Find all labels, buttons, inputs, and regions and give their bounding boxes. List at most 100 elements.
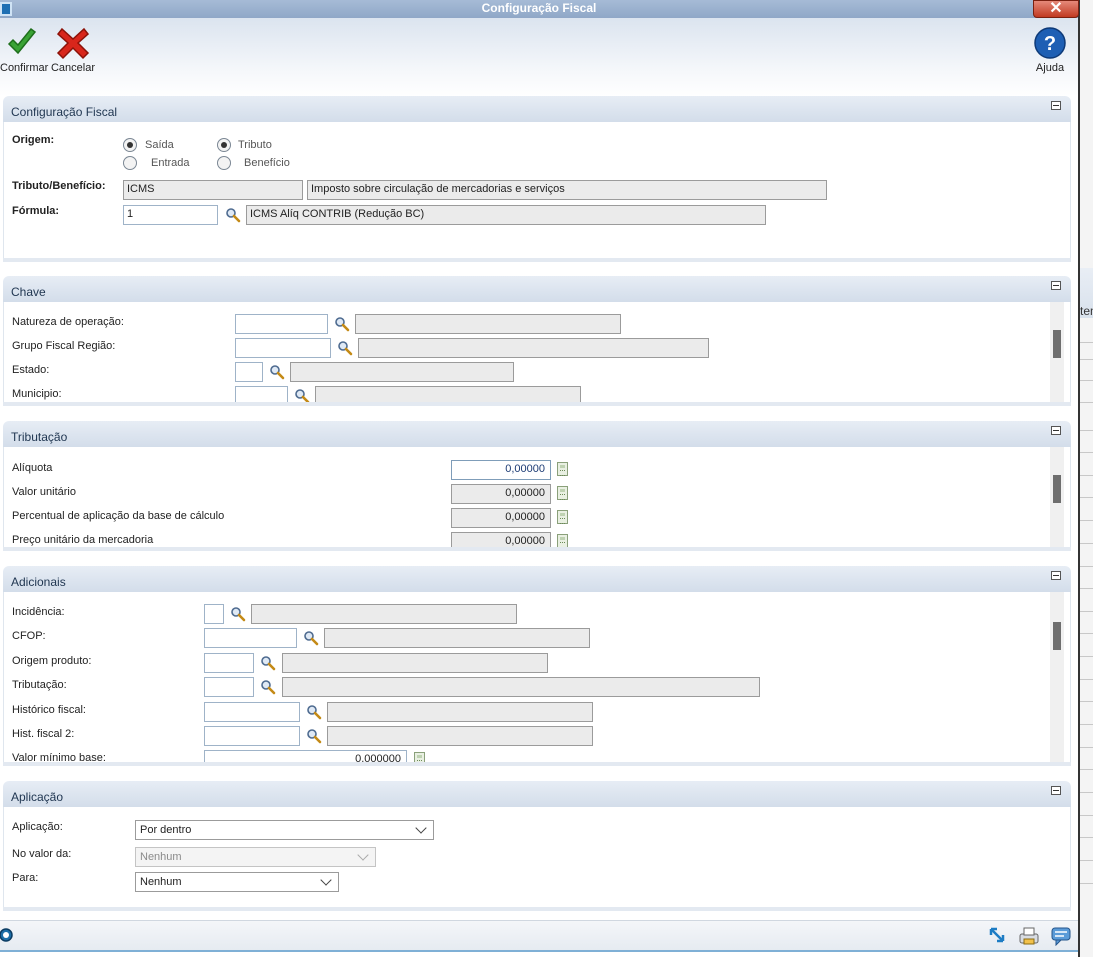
toolbar: Confirmar Cancelar ? Ajuda [0, 18, 1078, 96]
calculator-icon[interactable] [557, 510, 568, 524]
expand-icon[interactable] [988, 926, 1006, 944]
panel-body: Natureza de operação: Grupo Fiscal Regiã… [3, 302, 1071, 402]
search-icon[interactable] [260, 655, 276, 671]
search-icon[interactable] [306, 728, 322, 744]
incidencia-input[interactable] [204, 604, 224, 624]
radio-beneficio[interactable] [217, 156, 231, 170]
panel-title: Chave [11, 285, 46, 299]
search-icon[interactable] [230, 606, 246, 622]
radio-beneficio-label: Benefício [244, 157, 290, 169]
no-valor-select[interactable]: Nenhum [135, 847, 376, 867]
panel-title: Aplicação [11, 790, 64, 804]
search-icon[interactable] [225, 207, 241, 223]
collapse-icon[interactable] [1051, 281, 1061, 290]
collapse-icon[interactable] [1051, 571, 1061, 580]
globe-icon[interactable] [0, 927, 14, 943]
historico-desc-field [327, 702, 593, 722]
panel-header: Chave [3, 276, 1071, 302]
search-icon[interactable] [334, 316, 350, 332]
origem-produto-input[interactable] [204, 653, 254, 673]
search-icon[interactable] [306, 704, 322, 720]
search-icon[interactable] [303, 630, 319, 646]
search-icon[interactable] [337, 340, 353, 356]
panel-body: Aplicação: Por dentro No valor da: Nenhu… [3, 807, 1071, 907]
estado-input[interactable] [235, 362, 263, 382]
municipio-input[interactable] [235, 386, 288, 402]
radio-entrada[interactable] [123, 156, 137, 170]
valor-minimo-label: Valor mínimo base: [12, 752, 106, 762]
natureza-input[interactable] [235, 314, 328, 334]
cfop-desc-field [324, 628, 590, 648]
tributo-label: Tributo/Benefício: [12, 180, 106, 192]
valor-minimo-input[interactable]: 0,000000 [204, 750, 407, 762]
panel-chave: Chave Natureza de operação: Grupo Fiscal… [3, 276, 1071, 406]
checkmark-icon [7, 27, 37, 55]
help-icon: ? [1034, 27, 1066, 59]
aplicacao-label: Aplicação: [12, 821, 63, 833]
hist2-input[interactable] [204, 726, 300, 746]
calculator-icon[interactable] [557, 534, 568, 547]
cancel-label: Cancelar [50, 62, 96, 74]
panel-header: Adicionais [3, 566, 1071, 592]
aplicacao-select-value: Por dentro [140, 824, 192, 836]
para-select[interactable]: Nenhum [135, 872, 339, 892]
print-icon[interactable] [1018, 926, 1040, 946]
aliquota-input[interactable]: 0,00000 [451, 460, 551, 480]
radio-tributo-label: Tributo [238, 139, 272, 151]
aplicacao-select[interactable]: Por dentro [135, 820, 434, 840]
background-header-text: tem [1080, 304, 1093, 318]
cfop-input[interactable] [204, 628, 297, 648]
historico-input[interactable] [204, 702, 300, 722]
chevron-down-icon [320, 874, 332, 886]
panel-title: Adicionais [11, 575, 66, 589]
incidencia-label: Incidência: [12, 606, 65, 618]
calculator-icon[interactable] [557, 486, 568, 500]
tributo-code-field: ICMS [123, 180, 303, 200]
calculator-icon[interactable] [414, 752, 425, 762]
origem-produto-desc-field [282, 653, 548, 673]
tributacao-input[interactable] [204, 677, 254, 697]
status-bar [0, 920, 1078, 952]
calculator-icon[interactable] [557, 462, 568, 476]
cfop-label: CFOP: [12, 630, 46, 642]
search-icon[interactable] [269, 364, 285, 380]
panel-tributacao: Tributação Alíquota 0,00000 Valor unitár… [3, 421, 1071, 551]
chat-icon[interactable] [1050, 926, 1072, 946]
radio-tributo[interactable] [217, 138, 231, 152]
no-valor-label: No valor da: [12, 848, 72, 860]
hist2-desc-field [327, 726, 593, 746]
help-button[interactable]: ? Ajuda [1030, 26, 1070, 74]
preco-unitario-field: 0,00000 [451, 532, 551, 547]
scrollbar[interactable] [1050, 302, 1064, 402]
formula-code-input[interactable]: 1 [123, 205, 218, 225]
cancel-button[interactable]: Cancelar [50, 26, 96, 74]
municipio-desc-field [315, 386, 581, 402]
chevron-down-icon [357, 849, 369, 861]
radio-saida[interactable] [123, 138, 137, 152]
close-button[interactable]: ✕ [1033, 0, 1079, 18]
aliquota-label: Alíquota [12, 462, 53, 474]
search-icon[interactable] [260, 679, 276, 695]
collapse-icon[interactable] [1051, 786, 1061, 795]
confirm-label: Confirmar [0, 62, 49, 74]
grupo-input[interactable] [235, 338, 331, 358]
para-label: Para: [12, 872, 39, 884]
panel-body: Alíquota 0,00000 Valor unitário 0,00000 … [3, 447, 1071, 547]
collapse-icon[interactable] [1051, 426, 1061, 435]
hist2-label: Hist. fiscal 2: [12, 728, 75, 740]
search-icon[interactable] [294, 388, 310, 402]
cross-icon [56, 27, 90, 60]
collapse-icon[interactable] [1051, 101, 1061, 110]
close-icon: ✕ [1049, 0, 1063, 17]
natureza-label: Natureza de operação: [12, 316, 124, 328]
incidencia-desc-field [251, 604, 517, 624]
confirm-button[interactable]: Confirmar [0, 26, 49, 74]
para-select-value: Nenhum [140, 876, 182, 888]
panel-title: Configuração Fiscal [11, 105, 118, 119]
scrollbar[interactable] [1050, 592, 1064, 762]
tributo-desc-field: Imposto sobre circulação de mercadorias … [307, 180, 827, 200]
scrollbar[interactable] [1050, 447, 1064, 547]
panel-header: Configuração Fiscal [3, 96, 1071, 122]
valor-unitario-label: Valor unitário [12, 486, 76, 498]
natureza-desc-field [355, 314, 621, 334]
